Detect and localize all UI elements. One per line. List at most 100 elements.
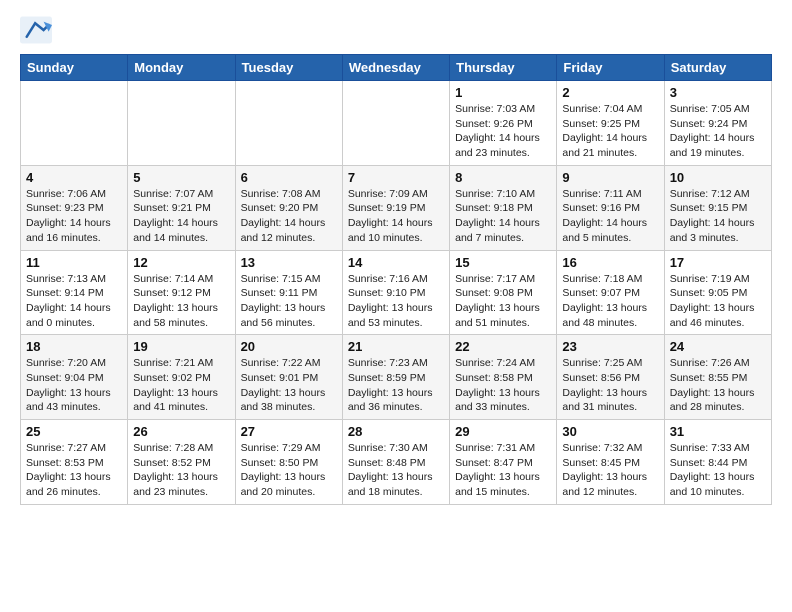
- cell-info: Sunrise: 7:13 AM Sunset: 9:14 PM Dayligh…: [26, 272, 122, 331]
- week-row-2: 11Sunrise: 7:13 AM Sunset: 9:14 PM Dayli…: [21, 250, 772, 335]
- week-row-3: 18 Sunrise: 7:20 AM Sunset: 9:04 PM Dayli…: [21, 335, 772, 420]
- cell-info: Sunrise: 7:11 AM Sunset: 9:16 PM Dayligh…: [562, 187, 658, 246]
- cell-info: Sunrise: 7:32 AM Sunset: 8:45 PM Dayligh…: [562, 441, 658, 500]
- calendar-cell: 17 Sunrise: 7:19 AM Sunset: 9:05 PM Dayli…: [664, 250, 771, 335]
- cell-info: Sunrise: 7:08 AM Sunset: 9:20 PM Dayligh…: [241, 187, 337, 246]
- calendar-cell: 12Sunrise: 7:14 AM Sunset: 9:12 PM Dayli…: [128, 250, 235, 335]
- cell-day-number: 22: [455, 339, 551, 354]
- cell-day-number: 9: [562, 170, 658, 185]
- header-cell-wednesday: Wednesday: [342, 55, 449, 81]
- calendar-cell: 8Sunrise: 7:10 AM Sunset: 9:18 PM Daylig…: [450, 165, 557, 250]
- cell-day-number: 15: [455, 255, 551, 270]
- week-row-4: 25 Sunrise: 7:27 AM Sunset: 8:53 PM Dayli…: [21, 420, 772, 505]
- cell-day-number: 1: [455, 85, 551, 100]
- cell-day-number: 20: [241, 339, 337, 354]
- cell-day-number: 7: [348, 170, 444, 185]
- header-cell-saturday: Saturday: [664, 55, 771, 81]
- header-row: SundayMondayTuesdayWednesdayThursdayFrid…: [21, 55, 772, 81]
- calendar-cell: 26 Sunrise: 7:28 AM Sunset: 8:52 PM Dayli…: [128, 420, 235, 505]
- calendar-cell: 24 Sunrise: 7:26 AM Sunset: 8:55 PM Dayli…: [664, 335, 771, 420]
- header-cell-friday: Friday: [557, 55, 664, 81]
- cell-info: Sunrise: 7:15 AM Sunset: 9:11 PM Dayligh…: [241, 272, 337, 331]
- calendar-cell: 27 Sunrise: 7:29 AM Sunset: 8:50 PM Dayli…: [235, 420, 342, 505]
- calendar-cell: 14 Sunrise: 7:16 AM Sunset: 9:10 PM Dayli…: [342, 250, 449, 335]
- cell-day-number: 27: [241, 424, 337, 439]
- cell-info: Sunrise: 7:33 AM Sunset: 8:44 PM Dayligh…: [670, 441, 766, 500]
- cell-day-number: 18: [26, 339, 122, 354]
- calendar-cell: 9 Sunrise: 7:11 AM Sunset: 9:16 PM Daylig…: [557, 165, 664, 250]
- cell-info: Sunrise: 7:26 AM Sunset: 8:55 PM Dayligh…: [670, 356, 766, 415]
- cell-day-number: 23: [562, 339, 658, 354]
- calendar-cell: [128, 81, 235, 166]
- calendar-cell: 5 Sunrise: 7:07 AM Sunset: 9:21 PM Daylig…: [128, 165, 235, 250]
- header-cell-tuesday: Tuesday: [235, 55, 342, 81]
- calendar-cell: 29 Sunrise: 7:31 AM Sunset: 8:47 PM Dayli…: [450, 420, 557, 505]
- cell-day-number: 2: [562, 85, 658, 100]
- cell-info: Sunrise: 7:20 AM Sunset: 9:04 PM Dayligh…: [26, 356, 122, 415]
- cell-info: Sunrise: 7:10 AM Sunset: 9:18 PM Dayligh…: [455, 187, 551, 246]
- cell-day-number: 17: [670, 255, 766, 270]
- calendar-cell: 30 Sunrise: 7:32 AM Sunset: 8:45 PM Dayli…: [557, 420, 664, 505]
- cell-day-number: 26: [133, 424, 229, 439]
- header-cell-thursday: Thursday: [450, 55, 557, 81]
- logo-icon: [20, 16, 52, 44]
- cell-info: Sunrise: 7:24 AM Sunset: 8:58 PM Dayligh…: [455, 356, 551, 415]
- calendar-cell: 19 Sunrise: 7:21 AM Sunset: 9:02 PM Dayli…: [128, 335, 235, 420]
- cell-info: Sunrise: 7:18 AM Sunset: 9:07 PM Dayligh…: [562, 272, 658, 331]
- week-row-0: 1 Sunrise: 7:03 AM Sunset: 9:26 PM Daylig…: [21, 81, 772, 166]
- calendar-cell: 31 Sunrise: 7:33 AM Sunset: 8:44 PM Dayli…: [664, 420, 771, 505]
- calendar-cell: 7 Sunrise: 7:09 AM Sunset: 9:19 PM Daylig…: [342, 165, 449, 250]
- calendar-cell: [235, 81, 342, 166]
- cell-info: Sunrise: 7:05 AM Sunset: 9:24 PM Dayligh…: [670, 102, 766, 161]
- cell-info: Sunrise: 7:16 AM Sunset: 9:10 PM Dayligh…: [348, 272, 444, 331]
- calendar-cell: 21 Sunrise: 7:23 AM Sunset: 8:59 PM Dayli…: [342, 335, 449, 420]
- cell-info: Sunrise: 7:23 AM Sunset: 8:59 PM Dayligh…: [348, 356, 444, 415]
- calendar-cell: 20 Sunrise: 7:22 AM Sunset: 9:01 PM Dayli…: [235, 335, 342, 420]
- cell-info: Sunrise: 7:04 AM Sunset: 9:25 PM Dayligh…: [562, 102, 658, 161]
- cell-day-number: 31: [670, 424, 766, 439]
- cell-day-number: 4: [26, 170, 122, 185]
- cell-day-number: 21: [348, 339, 444, 354]
- calendar-body: 1 Sunrise: 7:03 AM Sunset: 9:26 PM Daylig…: [21, 81, 772, 505]
- cell-info: Sunrise: 7:28 AM Sunset: 8:52 PM Dayligh…: [133, 441, 229, 500]
- cell-day-number: 16: [562, 255, 658, 270]
- calendar-cell: 10Sunrise: 7:12 AM Sunset: 9:15 PM Dayli…: [664, 165, 771, 250]
- week-row-1: 4Sunrise: 7:06 AM Sunset: 9:23 PM Daylig…: [21, 165, 772, 250]
- cell-day-number: 25: [26, 424, 122, 439]
- cell-info: Sunrise: 7:03 AM Sunset: 9:26 PM Dayligh…: [455, 102, 551, 161]
- cell-info: Sunrise: 7:12 AM Sunset: 9:15 PM Dayligh…: [670, 187, 766, 246]
- calendar-cell: 23 Sunrise: 7:25 AM Sunset: 8:56 PM Dayli…: [557, 335, 664, 420]
- cell-day-number: 24: [670, 339, 766, 354]
- cell-info: Sunrise: 7:14 AM Sunset: 9:12 PM Dayligh…: [133, 272, 229, 331]
- cell-info: Sunrise: 7:07 AM Sunset: 9:21 PM Dayligh…: [133, 187, 229, 246]
- cell-info: Sunrise: 7:29 AM Sunset: 8:50 PM Dayligh…: [241, 441, 337, 500]
- calendar-cell: 4Sunrise: 7:06 AM Sunset: 9:23 PM Daylig…: [21, 165, 128, 250]
- calendar-cell: 18 Sunrise: 7:20 AM Sunset: 9:04 PM Dayli…: [21, 335, 128, 420]
- cell-day-number: 30: [562, 424, 658, 439]
- cell-info: Sunrise: 7:09 AM Sunset: 9:19 PM Dayligh…: [348, 187, 444, 246]
- logo: [20, 16, 58, 44]
- calendar-cell: 25 Sunrise: 7:27 AM Sunset: 8:53 PM Dayli…: [21, 420, 128, 505]
- calendar-cell: 6Sunrise: 7:08 AM Sunset: 9:20 PM Daylig…: [235, 165, 342, 250]
- calendar-header: SundayMondayTuesdayWednesdayThursdayFrid…: [21, 55, 772, 81]
- cell-day-number: 14: [348, 255, 444, 270]
- page-header: [20, 16, 772, 44]
- calendar-cell: [21, 81, 128, 166]
- cell-info: Sunrise: 7:19 AM Sunset: 9:05 PM Dayligh…: [670, 272, 766, 331]
- calendar-cell: 15 Sunrise: 7:17 AM Sunset: 9:08 PM Dayli…: [450, 250, 557, 335]
- cell-info: Sunrise: 7:31 AM Sunset: 8:47 PM Dayligh…: [455, 441, 551, 500]
- cell-info: Sunrise: 7:17 AM Sunset: 9:08 PM Dayligh…: [455, 272, 551, 331]
- cell-info: Sunrise: 7:22 AM Sunset: 9:01 PM Dayligh…: [241, 356, 337, 415]
- calendar-cell: 3Sunrise: 7:05 AM Sunset: 9:24 PM Daylig…: [664, 81, 771, 166]
- cell-day-number: 29: [455, 424, 551, 439]
- cell-info: Sunrise: 7:27 AM Sunset: 8:53 PM Dayligh…: [26, 441, 122, 500]
- header-cell-monday: Monday: [128, 55, 235, 81]
- calendar-cell: 2 Sunrise: 7:04 AM Sunset: 9:25 PM Daylig…: [557, 81, 664, 166]
- cell-info: Sunrise: 7:21 AM Sunset: 9:02 PM Dayligh…: [133, 356, 229, 415]
- cell-day-number: 19: [133, 339, 229, 354]
- calendar-cell: [342, 81, 449, 166]
- cell-day-number: 5: [133, 170, 229, 185]
- cell-info: Sunrise: 7:25 AM Sunset: 8:56 PM Dayligh…: [562, 356, 658, 415]
- cell-info: Sunrise: 7:30 AM Sunset: 8:48 PM Dayligh…: [348, 441, 444, 500]
- cell-day-number: 28: [348, 424, 444, 439]
